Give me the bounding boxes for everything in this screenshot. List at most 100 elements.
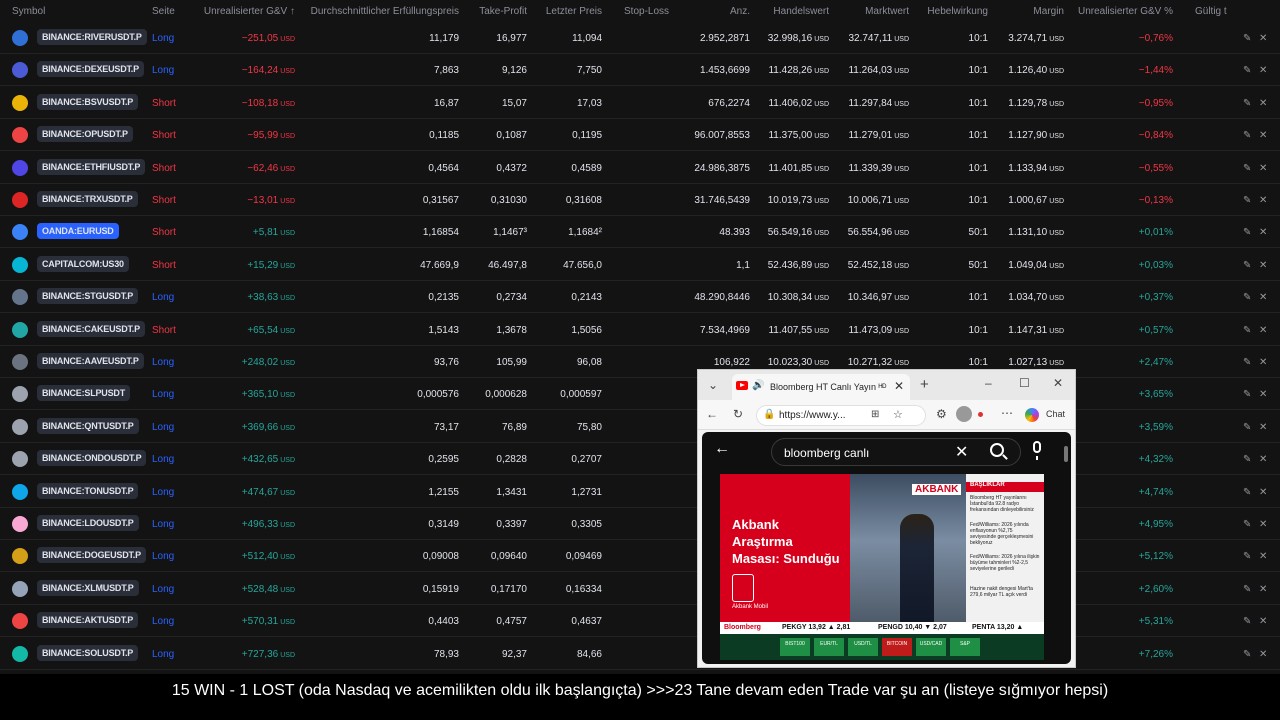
take-profit-cell[interactable]: 0,1087 [496,130,527,141]
header-symbol[interactable]: Symbol [12,6,45,17]
edit-pencil-icon[interactable]: ✎ [1243,98,1251,109]
symbol-badge[interactable]: BINANCE:ETHFIUSDT.P [37,158,146,175]
take-profit-cell[interactable]: 9,126 [502,65,527,76]
symbol-badge[interactable]: BINANCE:QNTUSDT.P [37,417,139,434]
site-info-icon[interactable]: 🔒 [763,409,775,420]
close-position-icon[interactable]: ✕ [1259,519,1267,530]
close-window-icon[interactable]: ✕ [1053,376,1063,390]
symbol-badge[interactable]: BINANCE:AAVEUSDT.P [37,353,144,369]
take-profit-cell[interactable]: 1,3678 [496,325,527,336]
edit-pencil-icon[interactable]: ✎ [1243,130,1251,141]
symbol-badge[interactable]: BINANCE:XLMUSDT.P [37,579,139,596]
table-row[interactable]: BINANCE:ONDOUSDT.P Long +432,65 USD 0,2595 0,… [0,443,1280,476]
close-position-icon[interactable]: ✕ [1259,325,1267,336]
header-valid[interactable]: Gültig t [1195,6,1227,17]
take-profit-cell[interactable]: 0,3397 [496,519,527,530]
close-position-icon[interactable]: ✕ [1259,227,1267,238]
edit-pencil-icon[interactable]: ✎ [1243,65,1251,76]
symbol-badge[interactable]: BINANCE:BSVUSDT.P [37,93,139,110]
microphone-icon[interactable] [1033,441,1041,460]
table-row[interactable]: BINANCE:AAVEUSDT.P Long +248,02 USD 93,76 105… [0,346,1280,378]
symbol-badge[interactable]: BINANCE:SOLUSDT.P [37,644,139,661]
minimize-icon[interactable]: – [985,376,992,390]
table-row[interactable]: BINANCE:CAKEUSDT.P Short +65,54 USD 1,5143 1,… [0,314,1280,346]
take-profit-cell[interactable]: 0,2828 [496,454,527,465]
symbol-badge[interactable]: BINANCE:ONDOUSDT.P [37,450,147,467]
more-options-icon[interactable]: ⋯ [1001,406,1013,420]
take-profit-cell[interactable]: 1,1467³ [493,227,527,238]
header-avg-fill[interactable]: Durchschnittlicher Erfüllungspreis [311,6,459,17]
edit-pencil-icon[interactable]: ✎ [1243,33,1251,44]
table-row[interactable]: BINANCE:TONUSDT.P Long +474,67 USD 1,2155 1,3… [0,476,1280,508]
symbol-badge[interactable]: BINANCE:RIVERUSDT.P [37,29,147,45]
table-row[interactable]: CAPITALCOM:US30 Short +15,29 USD 47.669,9 46.… [0,249,1280,281]
header-side[interactable]: Seite [152,6,175,17]
header-take-profit[interactable]: Take-Profit [479,6,527,17]
close-position-icon[interactable]: ✕ [1259,454,1267,465]
symbol-badge[interactable]: OANDA:EURUSD [37,223,119,240]
symbol-badge[interactable]: BINANCE:DOGEUSDT.P [37,547,146,564]
edit-pencil-icon[interactable]: ✎ [1243,260,1251,271]
edit-pencil-icon[interactable]: ✎ [1243,195,1251,206]
edit-pencil-icon[interactable]: ✎ [1243,584,1251,595]
edit-pencil-icon[interactable]: ✎ [1243,389,1251,400]
table-row[interactable]: BINANCE:QNTUSDT.P Long +369,66 USD 73,17 76,8… [0,411,1280,443]
refresh-icon[interactable]: ↻ [733,407,743,421]
close-tab-icon[interactable]: ✕ [894,379,904,393]
edit-pencil-icon[interactable]: ✎ [1243,551,1251,562]
symbol-badge[interactable]: BINANCE:TRXUSDT.P [37,191,138,207]
symbol-badge[interactable]: BINANCE:SLPUSDT [37,385,131,402]
table-row[interactable]: OANDA:EURUSD Short +5,81 USD 1,16854 1,1467³ 1… [0,216,1280,249]
close-position-icon[interactable]: ✕ [1259,130,1267,141]
close-position-icon[interactable]: ✕ [1259,195,1267,206]
table-row[interactable]: BINANCE:LDOUSDT.P Long +496,33 USD 0,3149 0,3… [0,508,1280,540]
browser-popup-window[interactable]: ⌄ 🔊 Bloomberg HT Canlı Yayın ᴴᴰ ✕ + – ☐ … [697,369,1076,668]
clear-search-icon[interactable]: ✕ [955,442,968,462]
header-unrealized[interactable]: Unrealisierter G&V ↑ [204,6,295,17]
take-profit-cell[interactable]: 46.497,8 [488,260,527,271]
take-profit-cell[interactable]: 16,977 [496,33,527,44]
browser-tab[interactable]: 🔊 Bloomberg HT Canlı Yayın ᴴᴰ ✕ [732,374,910,400]
symbol-badge[interactable]: BINANCE:CAKEUSDT.P [37,320,145,337]
header-last-price[interactable]: Letzter Preis [546,6,602,17]
close-position-icon[interactable]: ✕ [1259,616,1267,627]
edit-pencil-icon[interactable]: ✎ [1243,163,1251,174]
table-row[interactable]: BINANCE:AKTUSDT.P Long +570,31 USD 0,4403 0,4… [0,605,1280,638]
chevron-down-icon[interactable]: ⌄ [708,378,718,392]
take-profit-cell[interactable]: 92,37 [502,649,527,660]
symbol-badge[interactable]: BINANCE:DEXEUSDT.P [37,61,144,78]
edit-pencil-icon[interactable]: ✎ [1243,292,1251,303]
address-bar[interactable]: 🔒 https://www.y... ⊞ ☆ [756,405,926,426]
table-row[interactable]: BINANCE:DEXEUSDT.P Long −164,24 USD 7,863 9,1… [0,54,1280,87]
edit-pencil-icon[interactable]: ✎ [1243,357,1251,368]
take-profit-cell[interactable]: 0,09640 [491,551,527,562]
take-profit-cell[interactable]: 0,2734 [496,292,527,303]
edit-pencil-icon[interactable]: ✎ [1243,649,1251,660]
symbol-badge[interactable]: BINANCE:LDOUSDT.P [37,515,139,531]
header-leverage[interactable]: Hebelwirkung [927,6,988,17]
search-icon[interactable] [990,443,1004,457]
header-market-value[interactable]: Marktwert [865,6,909,17]
table-row[interactable]: BINANCE:DOGEUSDT.P Long +512,40 USD 0,09008 0… [0,540,1280,573]
edit-pencil-icon[interactable]: ✎ [1243,454,1251,465]
scrollbar[interactable] [1064,446,1068,462]
edit-pencil-icon[interactable]: ✎ [1243,487,1251,498]
symbol-badge[interactable]: BINANCE:STGUSDT.P [37,288,139,305]
close-position-icon[interactable]: ✕ [1259,292,1267,303]
close-position-icon[interactable]: ✕ [1259,551,1267,562]
maximize-icon[interactable]: ☐ [1019,376,1030,390]
table-row[interactable]: BINANCE:TRXUSDT.P Short −13,01 USD 0,31567 0,… [0,184,1280,216]
close-position-icon[interactable]: ✕ [1259,389,1267,400]
header-stop-loss[interactable]: Stop-Loss [624,6,669,17]
close-position-icon[interactable]: ✕ [1259,584,1267,595]
take-profit-cell[interactable]: 105,99 [496,357,527,368]
take-profit-cell[interactable]: 15,07 [502,98,527,109]
chat-label[interactable]: Chat [1046,409,1065,419]
close-position-icon[interactable]: ✕ [1259,260,1267,271]
close-position-icon[interactable]: ✕ [1259,33,1267,44]
take-profit-cell[interactable]: 0,4372 [496,163,527,174]
take-profit-cell[interactable]: 0,000628 [485,389,527,400]
table-row[interactable]: BINANCE:BSVUSDT.P Short −108,18 USD 16,87 15,… [0,87,1280,119]
close-position-icon[interactable]: ✕ [1259,163,1267,174]
table-row[interactable]: BINANCE:SOLUSDT.P Long +727,36 USD 78,93 92,3… [0,638,1280,670]
